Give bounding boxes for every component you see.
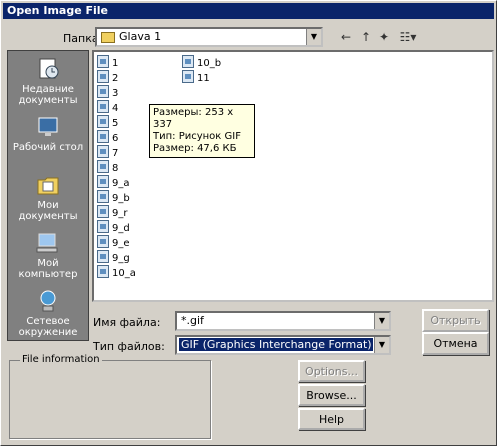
filename-input[interactable]: *.gif ▼ (175, 311, 391, 331)
cancel-button[interactable]: Отмена (422, 332, 489, 355)
gif-file-icon (97, 85, 109, 98)
gif-file-icon (97, 55, 109, 68)
list-item[interactable]: 7 (97, 145, 118, 159)
place-my-documents[interactable]: Мои документы (8, 173, 88, 222)
list-item[interactable]: 10_a (97, 265, 136, 279)
list-item[interactable]: 9_d (97, 220, 130, 234)
lookin-value: Glava 1 (119, 30, 162, 43)
gif-file-icon (97, 235, 109, 248)
list-item[interactable]: 9_b (97, 190, 130, 204)
filename-label: Имя файла: (93, 316, 161, 329)
tooltip-dimensions: Размеры: 253 x 337 (153, 107, 234, 130)
open-image-dialog: Open Image File Папка: Glava 1 ▼ ← ↑ ✦ ☷… (0, 0, 497, 446)
filetype-label: Тип файлов: (93, 340, 165, 353)
gif-file-icon (97, 265, 109, 278)
tooltip-size: Размер: 47,6 КБ (153, 143, 237, 154)
file-information-group: File information (9, 354, 211, 439)
lookin-dropdown[interactable]: Glava 1 ▼ (95, 27, 323, 47)
place-label: Мой компьютер (18, 258, 78, 280)
place-desktop[interactable]: Рабочий стол (8, 115, 88, 153)
filetype-dropdown[interactable]: GIF (Graphics Interchange Format) ▼ (175, 335, 391, 355)
chevron-down-icon[interactable]: ▼ (306, 29, 321, 45)
gif-file-icon (97, 130, 109, 143)
file-info-tooltip: Размеры: 253 x 337 Тип: Рисунок GIF Разм… (149, 104, 255, 158)
my-documents-icon (37, 177, 59, 195)
list-item[interactable]: 9_r (97, 205, 127, 219)
back-icon[interactable]: ← (337, 29, 355, 45)
list-item[interactable]: 11 (182, 70, 210, 84)
place-label: Недавние документы (18, 84, 78, 106)
gif-file-icon (97, 115, 109, 128)
gif-file-icon (97, 250, 109, 263)
list-item[interactable]: 10_b (182, 55, 221, 69)
place-my-computer[interactable]: Мой компьютер (8, 231, 88, 280)
place-label: Сетевое окружение (18, 316, 78, 338)
filetype-value: GIF (Graphics Interchange Format) (179, 338, 373, 351)
open-button[interactable]: Открыть (422, 309, 489, 332)
folder-icon (101, 32, 115, 43)
list-item[interactable]: 6 (97, 130, 118, 144)
gif-file-icon (182, 55, 194, 68)
my-computer-icon (36, 233, 58, 253)
list-item[interactable]: 1 (97, 55, 118, 69)
list-item[interactable]: 4 (97, 100, 118, 114)
list-item[interactable]: 9_a (97, 175, 130, 189)
new-folder-icon[interactable]: ✦ (375, 29, 393, 45)
filename-value: *.gif (181, 314, 204, 327)
chevron-down-icon[interactable]: ▼ (374, 313, 389, 329)
window-title: Open Image File (7, 4, 109, 17)
desktop-icon (38, 117, 58, 136)
places-bar: Недавние документы Рабочий стол Мои доку… (7, 50, 89, 341)
views-menu-icon[interactable]: ☷▾ (397, 29, 419, 45)
gif-file-icon (182, 70, 194, 83)
place-label: Рабочий стол (12, 142, 84, 153)
list-item[interactable]: 9_g (97, 250, 130, 264)
network-icon (40, 290, 56, 312)
list-item[interactable]: 8 (97, 160, 118, 174)
options-button[interactable]: Options... (298, 360, 365, 382)
file-list[interactable]: 1 2 3 4 5 6 7 8 9_a 9_b 9_r 9_d 9_e 9_g … (92, 50, 494, 302)
title-bar[interactable]: Open Image File (3, 3, 494, 19)
place-label: Мои документы (18, 200, 78, 222)
gif-file-icon (97, 160, 109, 173)
place-network[interactable]: Сетевое окружение (8, 289, 88, 338)
tooltip-type: Тип: Рисунок GIF (153, 131, 241, 142)
gif-file-icon (97, 190, 109, 203)
gif-file-icon (97, 175, 109, 188)
gif-file-icon (97, 100, 109, 113)
list-item[interactable]: 9_e (97, 235, 130, 249)
gif-file-icon (97, 205, 109, 218)
up-folder-icon[interactable]: ↑ (357, 29, 375, 45)
gif-file-icon (97, 145, 109, 158)
place-recent-documents[interactable]: Недавние документы (8, 57, 88, 106)
chevron-down-icon[interactable]: ▼ (374, 337, 389, 353)
list-item[interactable]: 2 (97, 70, 118, 84)
list-item[interactable]: 3 (97, 85, 118, 99)
recent-documents-icon (39, 58, 59, 79)
help-button[interactable]: Help (298, 408, 365, 430)
file-information-legend: File information (20, 354, 102, 365)
browse-button[interactable]: Browse... (298, 384, 365, 406)
list-item[interactable]: 5 (97, 115, 118, 129)
gif-file-icon (97, 70, 109, 83)
gif-file-icon (97, 220, 109, 233)
